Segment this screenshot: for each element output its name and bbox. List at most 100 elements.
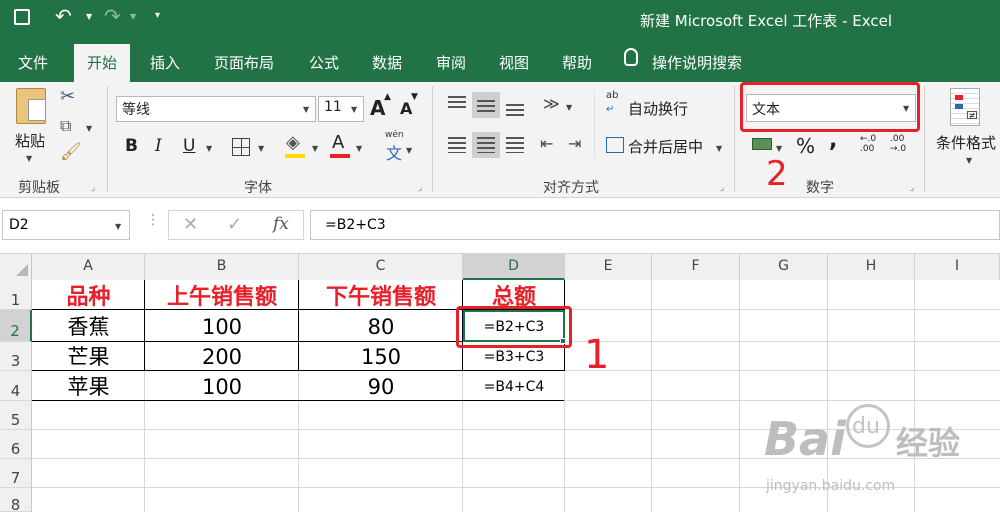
tab-file[interactable]: 文件 — [18, 52, 48, 73]
tab-review[interactable]: 审阅 — [436, 52, 466, 73]
paste-button[interactable]: 粘贴 — [15, 130, 45, 151]
column-header-f[interactable]: F — [652, 254, 740, 280]
table-cell: 90 — [367, 375, 395, 399]
decrease-indent-icon[interactable]: ⇤ — [540, 134, 553, 153]
name-box[interactable]: D2 ▼ — [2, 210, 130, 240]
excel-window: ↶ ▼ ↷ ▼ ▾ 新建 Microsoft Excel 工作表 - Excel… — [0, 0, 1000, 512]
bold-button[interactable]: B — [125, 136, 138, 156]
column-header-g[interactable]: G — [740, 254, 828, 280]
group-separator — [924, 86, 925, 192]
column-header-d[interactable]: D — [463, 254, 565, 280]
group-separator — [432, 86, 433, 192]
conditional-formatting-icon[interactable]: ≠ — [950, 88, 980, 126]
orientation-icon[interactable]: ≫ — [543, 94, 560, 113]
fill-color-icon[interactable]: ◈ — [286, 132, 300, 153]
underline-dropdown-icon[interactable]: ▼ — [206, 144, 212, 153]
font-color-dropdown-icon[interactable]: ▼ — [356, 144, 362, 153]
font-name-combo[interactable]: 等线 ▼ — [116, 96, 316, 122]
font-color-button[interactable]: A — [332, 132, 344, 153]
row-header-7[interactable]: 7 — [0, 459, 32, 488]
column-header-i[interactable]: I — [915, 254, 1000, 280]
fill-color-dropdown-icon[interactable]: ▼ — [312, 144, 318, 153]
borders-icon[interactable] — [232, 138, 250, 156]
align-left-icon[interactable] — [448, 137, 466, 153]
middle-align-icon[interactable] — [477, 100, 495, 112]
font-launcher-icon[interactable]: ⌟ — [418, 183, 422, 193]
align-right-icon[interactable] — [506, 137, 524, 153]
wrap-text-button[interactable]: 自动换行 — [628, 98, 688, 119]
increase-indent-icon[interactable]: ⇥ — [568, 134, 581, 153]
comma-style-button[interactable]: , — [829, 128, 837, 153]
row-header-1[interactable]: 1 — [0, 280, 32, 310]
align-center-icon[interactable] — [477, 137, 495, 153]
insert-function-icon[interactable]: fx — [273, 214, 289, 234]
font-size-combo[interactable]: 11 ▼ — [318, 96, 364, 122]
row-header-4[interactable]: 4 — [0, 371, 32, 401]
tab-formulas[interactable]: 公式 — [309, 52, 339, 73]
worksheet-grid[interactable]: ABCDEFGHI 12345678 品种 上午销售额 下午销售额 总额 香蕉 100 80… — [0, 254, 1000, 512]
tab-insert[interactable]: 插入 — [150, 52, 180, 73]
column-header-b[interactable]: B — [145, 254, 299, 280]
merge-center-button[interactable]: 合并后居中 — [628, 136, 703, 157]
underline-button[interactable]: U — [183, 136, 195, 156]
table-cell: 200 — [201, 345, 243, 369]
phonetic-dropdown-icon[interactable]: ▼ — [406, 146, 412, 155]
undo-icon[interactable]: ↶ — [55, 4, 72, 28]
cancel-icon[interactable]: ✕ — [183, 214, 198, 235]
merge-center-icon[interactable] — [606, 137, 624, 153]
column-header-e[interactable]: E — [565, 254, 652, 280]
percent-style-button[interactable]: % — [796, 134, 815, 158]
increase-decimal-icon[interactable]: ←.0.00 — [860, 134, 876, 154]
decrease-decimal-icon[interactable]: .00 →.0 — [890, 134, 906, 154]
row-header-5[interactable]: 5 — [0, 401, 32, 430]
tab-home[interactable]: 开始 — [74, 44, 131, 82]
number-launcher-icon[interactable]: ⌟ — [910, 183, 914, 193]
row-header-3[interactable]: 3 — [0, 342, 32, 371]
enter-icon[interactable]: ✓ — [227, 214, 242, 235]
format-painter-icon[interactable]: 🖌 — [60, 142, 82, 162]
borders-dropdown-icon[interactable]: ▼ — [258, 144, 264, 153]
wrap-text-icon[interactable]: ab — [606, 90, 618, 101]
formula-bar: D2 ▼ ⋮ ✕ ✓ fx =B2+C3 — [0, 198, 1000, 254]
row-header-2[interactable]: 2 — [0, 310, 32, 342]
copy-icon[interactable]: ⧉ — [60, 116, 71, 136]
row-header-8[interactable]: 8 — [0, 488, 32, 512]
row-header-6[interactable]: 6 — [0, 430, 32, 459]
tab-data[interactable]: 数据 — [372, 52, 402, 73]
font-color-swatch — [330, 154, 350, 158]
tab-help[interactable]: 帮助 — [562, 52, 592, 73]
italic-button[interactable]: I — [155, 136, 162, 156]
paste-dropdown-icon[interactable]: ▼ — [26, 154, 32, 163]
column-header-c[interactable]: C — [299, 254, 463, 280]
undo-dropdown-icon[interactable]: ▼ — [86, 12, 92, 21]
accounting-dropdown-icon[interactable]: ▼ — [776, 144, 782, 153]
phonetic-button[interactable]: 文 — [386, 140, 402, 164]
alignment-launcher-icon[interactable]: ⌟ — [720, 183, 724, 193]
group-separator — [594, 92, 595, 158]
tell-me-search[interactable]: 操作说明搜索 — [652, 52, 742, 73]
top-align-icon[interactable] — [448, 96, 466, 110]
formula-input[interactable]: =B2+C3 — [310, 210, 1000, 240]
clipboard-launcher-icon[interactable]: ⌟ — [91, 183, 95, 193]
customize-toolbar-icon[interactable]: ▾ — [155, 10, 160, 21]
orientation-dropdown-icon[interactable]: ▼ — [566, 103, 572, 112]
font-size-value: 11 — [324, 99, 342, 115]
conditional-formatting-button[interactable]: 条件格式 — [936, 132, 996, 153]
cut-icon[interactable]: ✂ — [60, 86, 75, 107]
paste-icon[interactable] — [16, 88, 46, 124]
tab-page-layout[interactable]: 页面布局 — [214, 52, 274, 73]
column-header-h[interactable]: H — [828, 254, 915, 280]
copy-dropdown-icon[interactable]: ▼ — [86, 124, 92, 133]
accounting-format-icon[interactable] — [752, 138, 772, 150]
chevron-down-icon: ▼ — [351, 105, 358, 114]
more-options-icon[interactable]: ⋮ — [146, 212, 160, 228]
bottom-align-icon[interactable] — [506, 104, 524, 116]
merge-dropdown-icon[interactable]: ▼ — [716, 144, 722, 153]
column-header-a[interactable]: A — [32, 254, 145, 280]
tab-view[interactable]: 视图 — [499, 52, 529, 73]
select-all-corner[interactable] — [0, 254, 32, 280]
save-icon[interactable] — [14, 9, 30, 25]
conditional-dropdown-icon[interactable]: ▼ — [966, 156, 972, 165]
table-cell: 苹果 — [67, 375, 110, 399]
table-cell: 150 — [360, 345, 402, 369]
